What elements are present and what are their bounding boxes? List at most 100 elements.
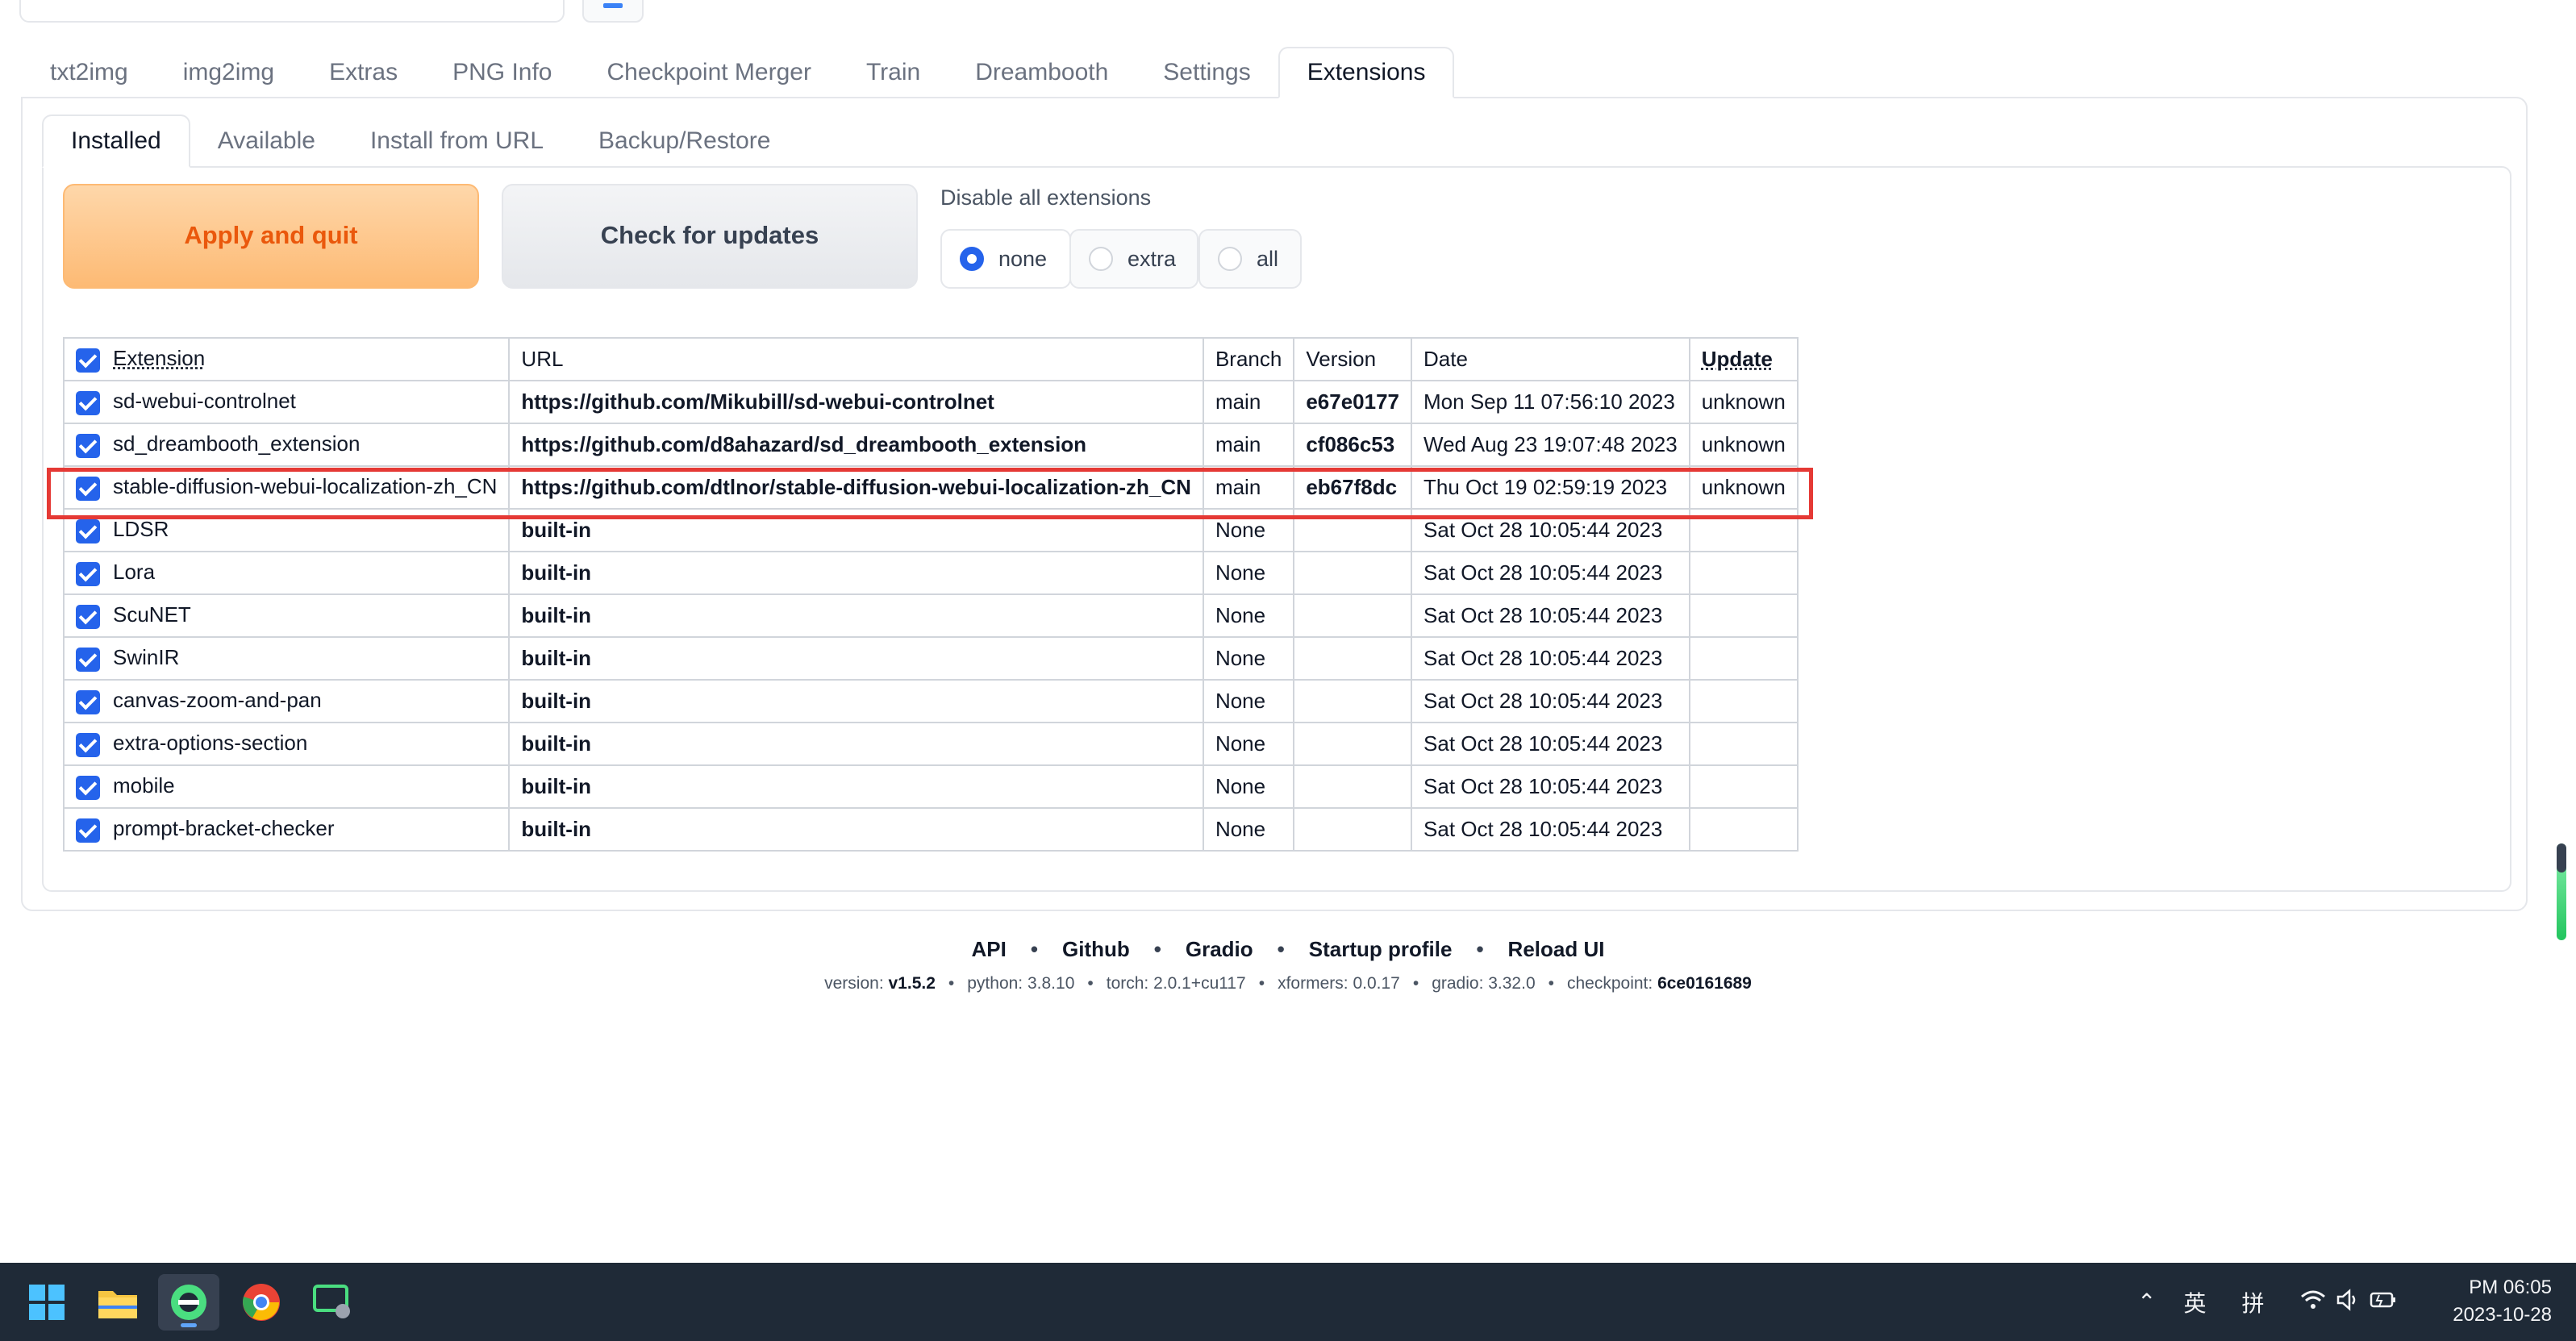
- footer-versions: version: v1.5.2 • python: 3.8.10 • torch: 2.…: [0, 974, 2576, 993]
- tab-extensions[interactable]: Extensions: [1278, 47, 1455, 98]
- extension-name: Lora: [113, 560, 156, 585]
- extension-cell[interactable]: ScuNET: [62, 593, 511, 638]
- extension-enabled-checkbox[interactable]: [76, 518, 100, 543]
- table-row: canvas-zoom-and-pan built-in None Sat Oct 2…: [62, 679, 1799, 723]
- wifi-icon[interactable]: [2300, 1289, 2326, 1315]
- table-row: extra-options-section built-in None Sat Oct…: [62, 722, 1799, 766]
- footer-link-gradio[interactable]: Gradio: [1186, 937, 1253, 961]
- extension-enabled-checkbox[interactable]: [76, 775, 100, 800]
- extension-cell[interactable]: mobile: [62, 764, 511, 809]
- extension-name: mobile: [113, 773, 175, 798]
- extension-enabled-checkbox[interactable]: [76, 476, 100, 501]
- extension-cell[interactable]: sd-webui-controlnet: [62, 380, 511, 424]
- extension-name: sd-webui-controlnet: [113, 389, 296, 414]
- extension-enabled-checkbox[interactable]: [76, 689, 100, 714]
- date-cell: Mon Sep 11 07:56:10 2023: [1411, 380, 1690, 424]
- extension-enabled-checkbox[interactable]: [76, 647, 100, 672]
- extension-cell[interactable]: LDSR: [62, 508, 511, 552]
- header-update: Update: [1688, 337, 1799, 381]
- system-tray: ⌃ 英 拼: [2137, 1263, 2397, 1341]
- disable-extensions-label: Disable all extensions: [940, 185, 1152, 210]
- prompt-input-partial[interactable]: [19, 0, 565, 23]
- disable-radio-none[interactable]: none: [940, 229, 1071, 289]
- button-icon: [603, 3, 623, 8]
- select-all-checkbox[interactable]: [76, 348, 100, 373]
- chevron-up-icon[interactable]: ⌃: [2137, 1289, 2156, 1315]
- tab-extras[interactable]: Extras: [302, 47, 425, 98]
- header-extension-label: Extension: [113, 346, 206, 371]
- apply-and-quit-button[interactable]: Apply and quit: [63, 184, 479, 289]
- tab-txt2img[interactable]: txt2img: [23, 47, 156, 98]
- subtab-install-from-url[interactable]: Install from URL: [343, 115, 571, 168]
- table-row: ScuNET built-in None Sat Oct 28 10:05:44 20…: [62, 593, 1799, 638]
- sub-tab-bar: Installed Available Install from URL Backup…: [42, 115, 798, 168]
- version-cell: [1293, 508, 1413, 552]
- scrollbar-thumb[interactable]: [2557, 843, 2566, 872]
- disable-radio-extra[interactable]: extra: [1069, 229, 1198, 289]
- tab-settings[interactable]: Settings: [1136, 47, 1278, 98]
- version-value: 6ce0161689: [1657, 974, 1752, 993]
- windows-start-icon[interactable]: [16, 1274, 77, 1331]
- footer-link-startup-profile[interactable]: Startup profile: [1309, 937, 1453, 961]
- ime-language-indicator[interactable]: 英: [2183, 1286, 2206, 1318]
- system-clock[interactable]: PM 06:05 2023-10-28: [2453, 1274, 2552, 1329]
- ime-mode-indicator[interactable]: 拼: [2241, 1286, 2264, 1318]
- subtab-available[interactable]: Available: [190, 115, 343, 168]
- extension-cell[interactable]: Lora: [62, 551, 511, 595]
- date-cell: Thu Oct 19 02:59:19 2023: [1411, 465, 1690, 510]
- extension-cell[interactable]: canvas-zoom-and-pan: [62, 679, 511, 723]
- browser-app-icon[interactable]: [158, 1274, 219, 1331]
- tab-train[interactable]: Train: [839, 47, 948, 98]
- extension-enabled-checkbox[interactable]: [76, 732, 100, 757]
- version-value: 2.0.1+cu117: [1153, 974, 1246, 993]
- branch-cell: None: [1202, 551, 1295, 595]
- branch-cell: None: [1202, 508, 1295, 552]
- top-icon-button[interactable]: [582, 0, 644, 23]
- extension-enabled-checkbox[interactable]: [76, 604, 100, 629]
- header-extension[interactable]: Extension: [62, 337, 511, 381]
- version-cell: eb67f8dc: [1293, 465, 1413, 510]
- footer-link-github[interactable]: Github: [1062, 937, 1130, 961]
- subtab-installed[interactable]: Installed: [42, 115, 190, 168]
- footer-link-reload-ui[interactable]: Reload UI: [1508, 937, 1605, 961]
- tab-checkpoint-merger[interactable]: Checkpoint Merger: [580, 47, 839, 98]
- file-explorer-icon[interactable]: [87, 1274, 148, 1331]
- version-value: 3.32.0: [1488, 974, 1536, 993]
- update-cell: [1688, 807, 1799, 852]
- battery-icon[interactable]: [2370, 1289, 2397, 1315]
- update-cell: [1688, 679, 1799, 723]
- radio-dot-icon: [1218, 247, 1242, 271]
- subtab-backup-restore[interactable]: Backup/Restore: [571, 115, 798, 168]
- extension-cell[interactable]: sd_dreambooth_extension: [62, 423, 511, 467]
- extension-enabled-checkbox[interactable]: [76, 818, 100, 843]
- extension-name: stable-diffusion-webui-localization-zh_C…: [113, 474, 498, 499]
- extension-enabled-checkbox[interactable]: [76, 433, 100, 458]
- version-label: checkpoint:: [1566, 974, 1658, 993]
- url-cell: https://github.com/Mikubill/sd-webui-con…: [508, 380, 1204, 424]
- extension-enabled-checkbox[interactable]: [76, 390, 100, 415]
- chrome-icon[interactable]: [231, 1274, 292, 1331]
- extension-cell[interactable]: prompt-bracket-checker: [62, 807, 511, 852]
- footer-link-api[interactable]: API: [972, 937, 1007, 961]
- tab-dreambooth[interactable]: Dreambooth: [948, 47, 1136, 98]
- disable-radio-all[interactable]: all: [1198, 229, 1302, 289]
- tab-img2img[interactable]: img2img: [156, 47, 302, 98]
- date-cell: Sat Oct 28 10:05:44 2023: [1411, 807, 1690, 852]
- url-cell: built-in: [508, 722, 1204, 766]
- radio-dot-icon: [960, 247, 984, 271]
- taskbar: ⌃ 英 拼 PM 06:05 2023-10-28: [0, 1263, 2576, 1341]
- extension-cell[interactable]: stable-diffusion-webui-localization-zh_C…: [62, 465, 511, 510]
- check-for-updates-button[interactable]: Check for updates: [502, 184, 918, 289]
- tab-png-info[interactable]: PNG Info: [425, 47, 579, 98]
- extension-name: LDSR: [113, 517, 169, 542]
- extension-cell[interactable]: SwinIR: [62, 636, 511, 681]
- terminal-app-icon[interactable]: [302, 1274, 363, 1331]
- extension-cell[interactable]: extra-options-section: [62, 722, 511, 766]
- extension-name: canvas-zoom-and-pan: [113, 688, 322, 713]
- footer-separator: •: [1087, 974, 1094, 993]
- radio-dot-icon: [1089, 247, 1113, 271]
- extension-enabled-checkbox[interactable]: [76, 561, 100, 586]
- table-row: mobile built-in None Sat Oct 28 10:05:44 20…: [62, 764, 1799, 809]
- date-cell: Sat Oct 28 10:05:44 2023: [1411, 679, 1690, 723]
- speaker-icon[interactable]: [2336, 1289, 2360, 1315]
